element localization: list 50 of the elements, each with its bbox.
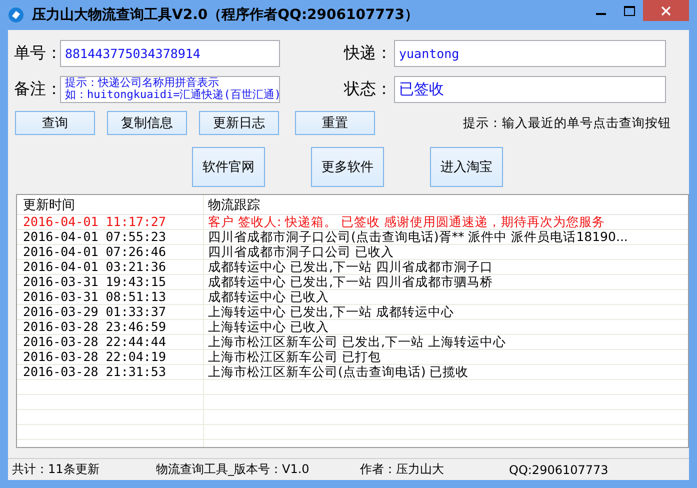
action-button[interactable]: 查询 bbox=[15, 111, 95, 135]
table-cell: 2016-03-28 23:46:59 bbox=[17, 320, 204, 334]
table-cell-text: 客户 签收人: 快递箱。 已签收 感谢使用圆通速递，期待再次为您服务 bbox=[207, 215, 606, 229]
input-field[interactable]: 已签收 bbox=[394, 76, 666, 103]
window-title: 压力山大物流查询工具V2.0（程序作者QQ:2906107773） bbox=[32, 6, 418, 24]
table-cell: 2016-04-01 07:26:46 bbox=[17, 245, 204, 259]
status-text: 共计：11条更新 bbox=[11, 461, 100, 478]
input-field[interactable]: yuantong bbox=[394, 40, 666, 67]
column-header[interactable]: 更新时间 bbox=[17, 195, 204, 214]
table-cell: 2016-03-31 08:51:13 bbox=[17, 290, 204, 304]
table-cell-text: 上海转运中心 已收入 bbox=[207, 320, 330, 334]
link-button[interactable]: 进入淘宝 bbox=[430, 147, 503, 187]
app-icon bbox=[8, 7, 24, 23]
status-text: 作者：压力山大 bbox=[359, 461, 445, 478]
input-field[interactable]: 881443775034378914 bbox=[60, 40, 280, 67]
table-cell-text: 成都转运中心 已收入 bbox=[207, 290, 330, 304]
minimize-icon bbox=[596, 13, 606, 15]
table-cell-text: 四川省成都市洞子口公司 已收入 bbox=[207, 245, 395, 259]
link-button[interactable]: 软件官网 bbox=[192, 147, 265, 187]
table-cell: 2016-04-01 11:17:27 bbox=[17, 215, 204, 229]
table-cell-text: 四川省成都市洞子口公司(点击查询电话)胥** 派件中 派件员电话18190... bbox=[207, 230, 629, 244]
action-button[interactable]: 更新日志 bbox=[199, 111, 279, 135]
maximize-icon bbox=[624, 6, 634, 16]
table-cell: 2016-03-28 22:04:19 bbox=[17, 350, 204, 364]
table-cell: 2016-03-31 19:43:15 bbox=[17, 275, 204, 289]
status-text: QQ:2906107773 bbox=[508, 462, 608, 476]
table-cell: 2016-04-01 07:55:23 bbox=[17, 230, 204, 244]
table-cell: 2016-03-29 01:33:37 bbox=[17, 305, 204, 319]
table-cell-text: 上海转运中心 已发出,下一站 成都转运中心 bbox=[207, 305, 455, 319]
action-button[interactable]: 重置 bbox=[295, 111, 375, 135]
field-label: 快递： bbox=[344, 43, 393, 64]
table-cell: 2016-03-28 22:44:44 bbox=[17, 335, 204, 349]
link-button[interactable]: 更多软件 bbox=[311, 147, 384, 187]
close-button[interactable] bbox=[643, 0, 689, 21]
column-header[interactable]: 物流跟踪 bbox=[204, 195, 688, 214]
hint-text: 提示：输入最近的单号点击查询按钮 bbox=[463, 114, 671, 132]
table-cell-text: 上海市松江区新车公司 已发出,下一站 上海转运中心 bbox=[207, 335, 507, 349]
input-field[interactable]: 提示：快递公司名称用拼音表示 如：huitongkuaidi=汇通快递(百世汇通) bbox=[60, 76, 280, 103]
table-cell-text: 上海市松江区新车公司 已打包 bbox=[207, 350, 382, 364]
field-label: 备注： bbox=[14, 79, 60, 100]
status-text: 物流查询工具_版本号：V1.0 bbox=[155, 461, 310, 478]
table-cell: 2016-03-28 21:31:53 bbox=[17, 365, 204, 379]
table-cell-text: 成都转运中心 已发出,下一站 四川省成都市驷马桥 bbox=[207, 275, 494, 289]
field-label: 单号： bbox=[14, 43, 60, 64]
field-label: 状态： bbox=[344, 79, 393, 100]
table-cell-text: 成都转运中心 已发出,下一站 四川省成都市洞子口 bbox=[207, 260, 494, 274]
action-button[interactable]: 复制信息 bbox=[107, 111, 187, 135]
table-cell-text: 上海市松江区新车公司(点击查询电话) 已揽收 bbox=[207, 365, 470, 379]
table-cell: 2016-04-01 03:21:36 bbox=[17, 260, 204, 274]
close-icon bbox=[661, 6, 671, 16]
